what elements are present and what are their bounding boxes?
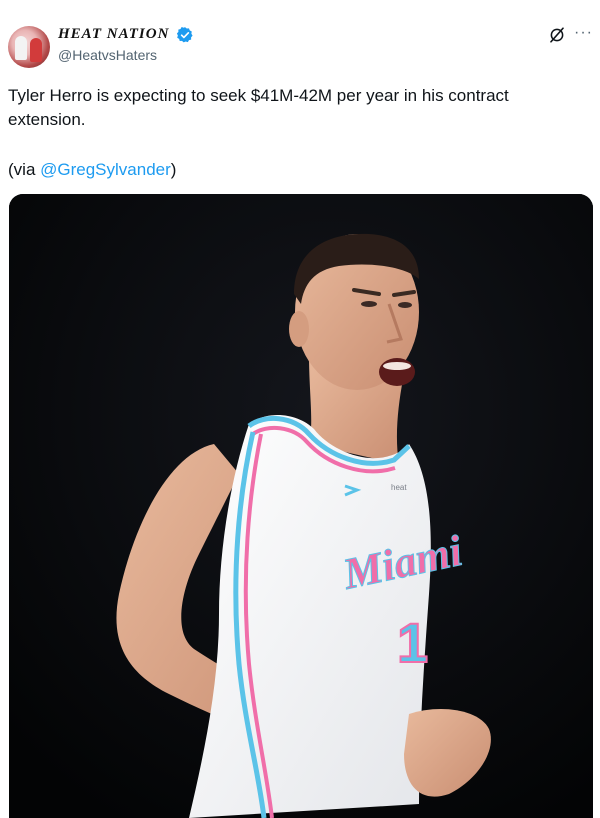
via-suffix: ) [170,160,177,179]
avatar[interactable] [8,26,50,68]
player-photo-illustration: Miami 1 heat [9,194,593,818]
tweet-photo[interactable]: Miami 1 heat [9,194,593,818]
author-name[interactable]: HEAT NATION [58,26,169,43]
tweet-source-line: (via @GregSylvander) [8,158,176,182]
verified-badge-icon [176,27,193,43]
grok-icon[interactable] [548,26,566,44]
tweet-text: Tyler Herro is expecting to seek $41M-42… [8,86,509,129]
jersey-number: 1 [397,611,428,674]
via-mention-link[interactable]: @GregSylvander [40,160,171,179]
via-prefix: (via [8,160,41,179]
author-handle[interactable]: @HeatvsHaters [58,47,157,63]
more-options-icon[interactable]: ··· [574,24,593,42]
tweet-card: HEAT NATION @HeatvsHaters ··· Tyler Herr… [0,0,600,818]
jersey-tag: heat [391,483,407,492]
